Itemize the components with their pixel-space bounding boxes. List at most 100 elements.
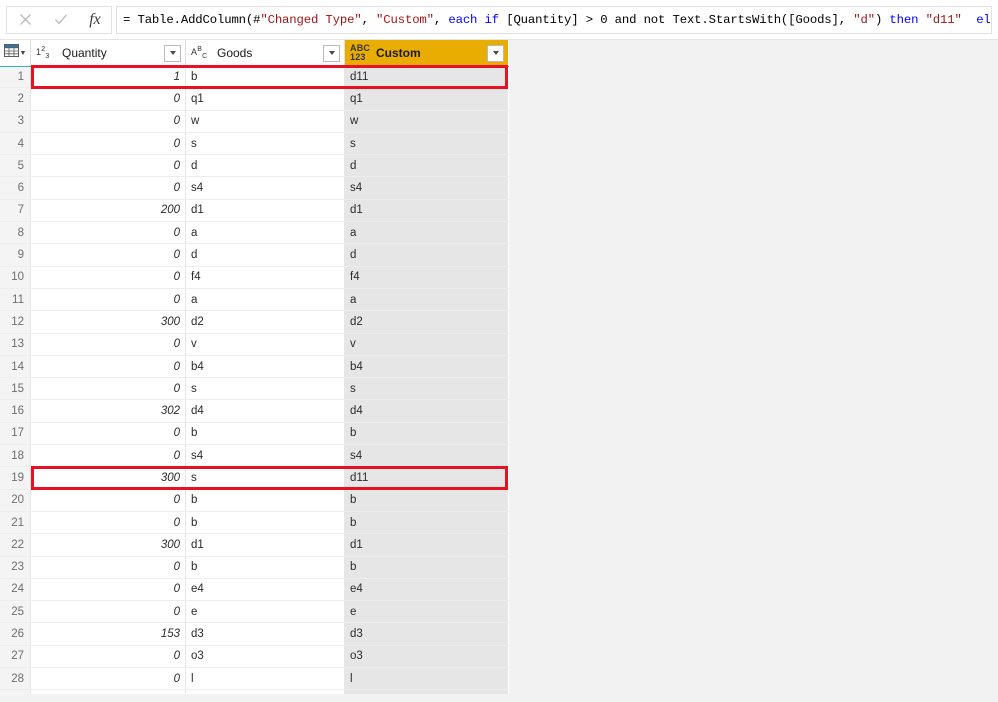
table-row[interactable]: 2 0 q1 q1 <box>0 88 509 111</box>
table-row[interactable]: 20 0 b b <box>0 489 509 512</box>
cell-quantity[interactable]: 0 <box>31 489 186 511</box>
row-number[interactable]: 25 <box>0 601 31 623</box>
cell-quantity[interactable]: 0 <box>31 668 186 690</box>
cell-goods[interactable]: a <box>186 222 345 244</box>
column-filter-button-custom[interactable] <box>487 44 504 62</box>
column-header-goods[interactable]: ABC Goods <box>186 40 345 66</box>
table-row[interactable]: 28 0 l l <box>0 668 509 691</box>
table-row[interactable]: 6 0 s4 s4 <box>0 177 509 200</box>
cell-custom[interactable]: e4 <box>345 578 508 601</box>
cell-quantity[interactable]: 0 <box>31 132 186 155</box>
table-row[interactable]: 10 0 f4 f4 <box>0 266 509 289</box>
cell-quantity[interactable]: 0 <box>31 645 186 668</box>
row-number[interactable]: 9 <box>0 244 31 266</box>
cell-quantity[interactable]: 0 <box>31 88 186 110</box>
row-number[interactable]: 10 <box>0 266 31 288</box>
column-filter-button-goods[interactable] <box>323 44 340 62</box>
table-row[interactable]: 21 0 b b <box>0 511 509 535</box>
cell-goods[interactable]: b <box>186 489 345 511</box>
column-header-custom[interactable]: ABC 123 Custom <box>345 40 508 66</box>
cell-quantity[interactable]: 153 <box>31 623 186 645</box>
row-number[interactable]: 12 <box>0 311 31 333</box>
table-row[interactable]: 11 0 a a <box>0 288 509 312</box>
table-row[interactable]: 24 0 e4 e4 <box>0 578 509 602</box>
cell-custom[interactable]: d <box>345 244 508 266</box>
cell-custom[interactable]: b <box>345 422 508 445</box>
cell-goods[interactable]: d3 <box>186 623 345 645</box>
cell-goods[interactable]: d <box>186 244 345 266</box>
chevron-down-icon[interactable]: ▼ <box>20 50 27 57</box>
row-number[interactable]: 13 <box>0 333 31 355</box>
cell-quantity[interactable]: 302 <box>31 400 186 422</box>
table-row[interactable]: 1 1 b d11 <box>0 66 509 89</box>
cell-goods[interactable]: d1 <box>186 534 345 556</box>
row-number[interactable]: 18 <box>0 445 31 467</box>
cell-custom[interactable]: l <box>345 668 508 690</box>
cell-quantity[interactable]: 0 <box>31 556 186 578</box>
cell-goods[interactable]: s4 <box>186 177 345 199</box>
table-row[interactable]: 7 200 d1 d1 <box>0 199 509 223</box>
cell-custom[interactable]: d3 <box>345 623 508 645</box>
row-number[interactable]: 17 <box>0 422 31 445</box>
cell-quantity[interactable]: 300 <box>31 467 186 489</box>
table-row[interactable]: 19 300 s d11 <box>0 467 509 490</box>
table-row[interactable]: 23 0 b b <box>0 556 509 579</box>
row-number[interactable]: 7 <box>0 199 31 222</box>
cell-goods[interactable]: w <box>186 110 345 132</box>
cell-goods[interactable]: q1 <box>186 88 345 110</box>
table-row[interactable]: 18 0 s4 s4 <box>0 445 509 468</box>
table-row[interactable]: 14 0 b4 b4 <box>0 355 509 379</box>
cell-quantity[interactable]: 0 <box>31 378 186 400</box>
cell-quantity[interactable]: 0 <box>31 578 186 601</box>
column-header-quantity[interactable]: 123 Quantity <box>31 40 186 66</box>
cell-custom[interactable]: q1 <box>345 88 508 110</box>
cell-custom[interactable]: s4 <box>345 445 508 467</box>
cell-goods[interactable]: b <box>186 556 345 578</box>
table-row[interactable]: 27 0 o3 o3 <box>0 645 509 669</box>
cell-custom[interactable]: b <box>345 489 508 511</box>
row-number[interactable]: 2 <box>0 88 31 110</box>
cell-custom[interactable]: v <box>345 333 508 355</box>
row-number[interactable]: 14 <box>0 355 31 378</box>
row-number[interactable]: 28 <box>0 668 31 690</box>
row-number[interactable]: 11 <box>0 288 31 311</box>
cell-quantity[interactable]: 300 <box>31 534 186 556</box>
check-icon[interactable] <box>43 7 79 33</box>
row-number[interactable]: 27 <box>0 645 31 668</box>
cell-goods[interactable]: d2 <box>186 311 345 333</box>
cell-goods[interactable]: s <box>186 467 345 489</box>
cell-quantity[interactable]: 0 <box>31 422 186 445</box>
table-row[interactable]: 16 302 d4 d4 <box>0 400 509 423</box>
cell-custom[interactable]: d2 <box>345 311 508 333</box>
cell-goods[interactable]: d4 <box>186 400 345 422</box>
row-number[interactable]: 3 <box>0 110 31 132</box>
cancel-icon[interactable] <box>7 7 43 33</box>
cell-goods[interactable]: s <box>186 132 345 155</box>
row-number[interactable]: 8 <box>0 222 31 244</box>
cell-custom[interactable]: d4 <box>345 400 508 422</box>
cell-goods[interactable]: b4 <box>186 355 345 378</box>
table-row[interactable]: 30ww <box>0 110 509 133</box>
cell-quantity[interactable]: 200 <box>31 199 186 222</box>
cell-quantity[interactable]: 0 <box>31 601 186 623</box>
cell-quantity[interactable]: 0 <box>31 110 186 132</box>
table-row[interactable]: 40ss <box>0 132 509 156</box>
table-row[interactable]: 15 0 s s <box>0 378 509 401</box>
cell-custom[interactable]: a <box>345 288 508 311</box>
table-row[interactable]: 22 300 d1 d1 <box>0 534 509 557</box>
row-number[interactable]: 16 <box>0 400 31 422</box>
table-row[interactable]: 12 300 d2 d2 <box>0 311 509 334</box>
cell-custom[interactable]: d1 <box>345 534 508 556</box>
cell-quantity[interactable]: 1 <box>31 67 186 88</box>
cell-goods[interactable]: b <box>186 422 345 445</box>
table-row[interactable]: 25 0 e e <box>0 601 509 624</box>
cell-quantity[interactable]: 0 <box>31 445 186 467</box>
row-number[interactable]: 1 <box>0 67 31 88</box>
cell-quantity[interactable]: 0 <box>31 155 186 177</box>
select-all-corner-button[interactable]: ▼ <box>0 40 31 66</box>
table-row[interactable]: 90dd <box>0 244 509 267</box>
cell-goods[interactable]: d <box>186 155 345 177</box>
cell-custom[interactable]: d1 <box>345 199 508 222</box>
cell-goods[interactable]: l <box>186 668 345 690</box>
row-number[interactable]: 19 <box>0 467 31 489</box>
